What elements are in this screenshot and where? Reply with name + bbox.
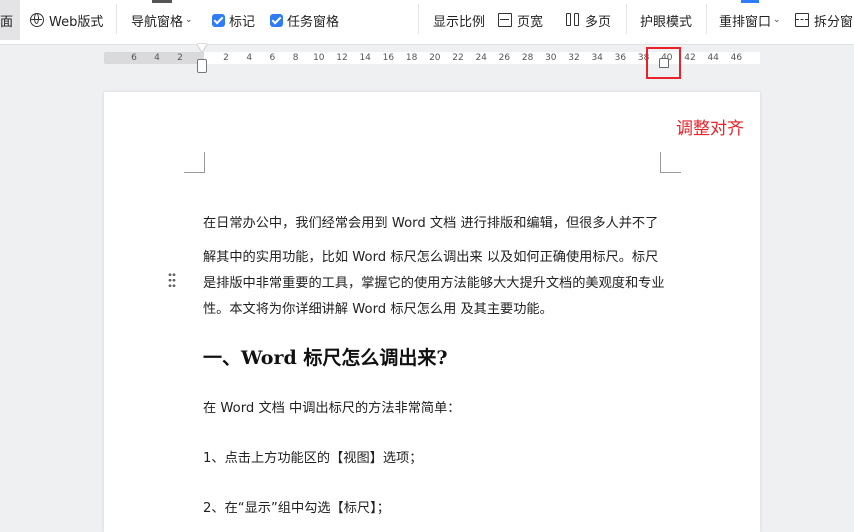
eye-protection-label: 护眼模式 <box>640 14 693 30</box>
ruler-label: 2 <box>223 53 229 63</box>
ruler-label: 4 <box>246 53 253 63</box>
section-heading: 一、Word 标尺怎么调出来? <box>203 347 448 369</box>
ruler-label: 10 <box>313 53 325 63</box>
toolbar-divider <box>626 4 627 34</box>
rearrange-windows-label: 重排窗口 <box>719 14 772 30</box>
multi-page-button[interactable]: 多页 <box>566 0 611 40</box>
multi-page-label: 多页 <box>585 14 612 30</box>
ruler-label: 2 <box>177 53 183 63</box>
paragraph-drag-handle[interactable] <box>168 272 176 288</box>
margin-corner-top-right <box>660 152 681 173</box>
left-indent-marker[interactable] <box>197 59 207 73</box>
paragraph-line: 在日常办公中，我们经常会用到 Word 文档 进行排版和编辑，但很多人并不了 <box>203 216 659 231</box>
paragraph-line: 性。本文将为你详细讲解 Word 标尺怎么用 及其主要功能。 <box>203 302 553 317</box>
page-width-label: 页宽 <box>517 14 544 30</box>
ruler-label: 6 <box>269 53 276 63</box>
web-layout-button[interactable]: Web版式 <box>30 0 103 40</box>
rearrange-windows-dropdown[interactable]: 重排窗口 ⌄ <box>719 0 781 40</box>
page-width-button[interactable]: 页宽 <box>498 0 543 40</box>
multi-page-icon <box>566 13 580 27</box>
toolbar-divider <box>116 4 117 34</box>
ruler-label: 30 <box>545 53 557 63</box>
web-layout-label: Web版式 <box>49 14 104 30</box>
chevron-down-icon: ⌄ <box>773 15 781 25</box>
step-line: 2、在“显示”组中勾选【标尺】； <box>203 501 390 516</box>
ruler-label: 32 <box>568 53 580 63</box>
annotation-label: 调整对齐 <box>676 119 744 139</box>
split-window-button[interactable]: 拆分窗 <box>795 0 853 40</box>
first-line-indent-marker[interactable] <box>197 44 207 52</box>
ruler-label: 28 <box>521 53 534 63</box>
page-view-label: 面 <box>0 14 14 30</box>
checkbox-checked-icon <box>212 13 225 27</box>
navigation-pane-dropdown[interactable]: 导航窗格 ⌄ <box>131 0 193 40</box>
ruler-label: 24 <box>475 53 487 63</box>
toolbar-divider <box>706 4 707 34</box>
intro-line: 在 Word 文档 中调出标尺的方法非常简单： <box>203 401 461 416</box>
zoom-ratio-button[interactable]: 显示比例 <box>433 0 485 40</box>
ruler-label: 18 <box>405 53 418 63</box>
paragraph-line: 解其中的实用功能，比如 Word 标尺怎么调出来 以及如何正确使用标尺。标尺 <box>203 250 659 265</box>
ruler-label: 8 <box>292 53 299 63</box>
margin-corner-top-left <box>184 152 205 173</box>
paragraph-line: 是排版中非常重要的工具，掌握它的使用方法能够大大提升文档的美观度和专业 <box>203 276 665 291</box>
ruler-label: 22 <box>452 53 464 63</box>
task-pane-label: 任务窗格 <box>287 14 340 30</box>
ruler-label: 6 <box>131 53 137 63</box>
ruler-label: 16 <box>382 53 395 63</box>
ruler-label: 4 <box>154 53 160 63</box>
markup-checkbox[interactable]: 标记 <box>212 0 255 40</box>
navigation-pane-label: 导航窗格 <box>131 14 184 30</box>
ruler-label: 34 <box>591 53 603 63</box>
page-view-button[interactable]: 面 <box>0 0 20 40</box>
split-window-icon <box>795 13 809 27</box>
checkbox-checked-icon <box>270 13 283 27</box>
step-line: 1、点击上方功能区的【视图】选项； <box>203 451 423 466</box>
ruler-label: 20 <box>429 53 441 63</box>
chevron-down-icon: ⌄ <box>185 15 193 25</box>
toolbar-divider <box>418 4 419 34</box>
ruler-label: 46 <box>730 53 743 63</box>
highlight-box <box>646 47 681 79</box>
ruler-label: 12 <box>336 53 348 63</box>
ruler-label: 44 <box>707 53 719 63</box>
page-width-icon <box>498 13 512 27</box>
ruler-label: 42 <box>684 53 696 63</box>
ruler-label: 26 <box>498 53 511 63</box>
view-toolbar: 面 Web版式 导航窗格 ⌄ 标记 任务窗格 显示比例 页宽 多页 护眼模式 重… <box>0 0 854 45</box>
markup-label: 标记 <box>229 14 256 30</box>
split-window-label: 拆分窗 <box>814 14 854 30</box>
ruler-label: 36 <box>614 53 627 63</box>
globe-icon <box>30 13 44 27</box>
zoom-ratio-label: 显示比例 <box>433 14 486 30</box>
eye-protection-button[interactable]: 护眼模式 <box>640 0 692 40</box>
task-pane-checkbox[interactable]: 任务窗格 <box>270 0 339 40</box>
ruler-label: 14 <box>359 53 371 63</box>
